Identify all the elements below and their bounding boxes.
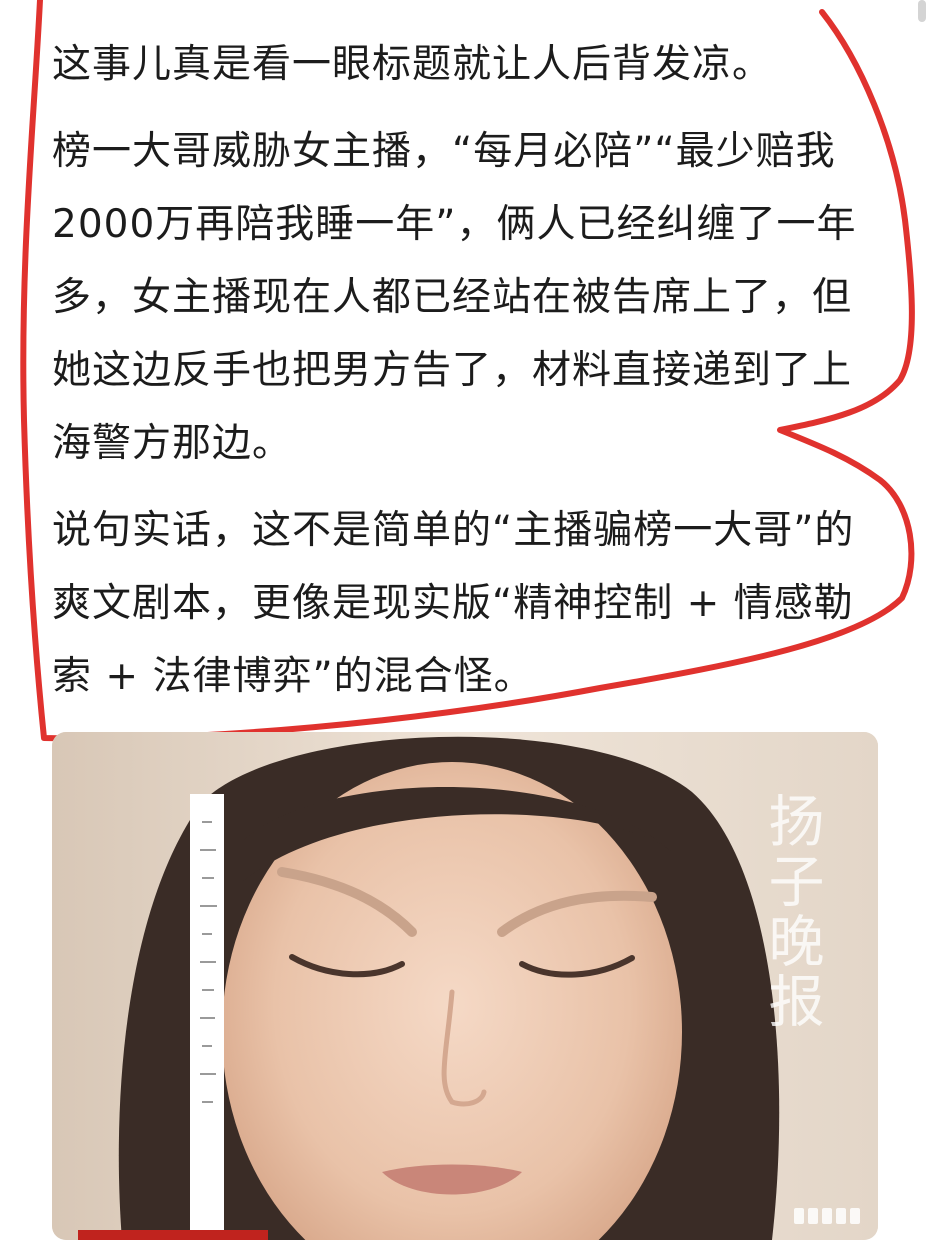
paragraph-3: 说句实话，这不是简单的“主播骗榜一大哥”的爽文剧本，更像是现实版“精神控制 + … — [52, 508, 855, 699]
post-body: 这事儿真是看一眼标题就让人后背发凉。 榜一大哥威胁女主播，“每月必陪”“最少赔我… — [52, 28, 872, 713]
image-pager-icon[interactable] — [794, 1208, 860, 1224]
news-video-thumbnail[interactable]: 扬子晚报 — [52, 732, 878, 1240]
paragraph-2: 榜一大哥威胁女主播，“每月必陪”“最少赔我2000万再陪我睡一年”，俩人已经纠缠… — [52, 129, 857, 466]
paragraph-1: 这事儿真是看一眼标题就让人后背发凉。 — [52, 42, 773, 87]
red-caption-bar — [78, 1230, 268, 1240]
scroll-indicator[interactable] — [918, 0, 926, 22]
newspaper-watermark: 扬子晚报 — [759, 792, 824, 1032]
